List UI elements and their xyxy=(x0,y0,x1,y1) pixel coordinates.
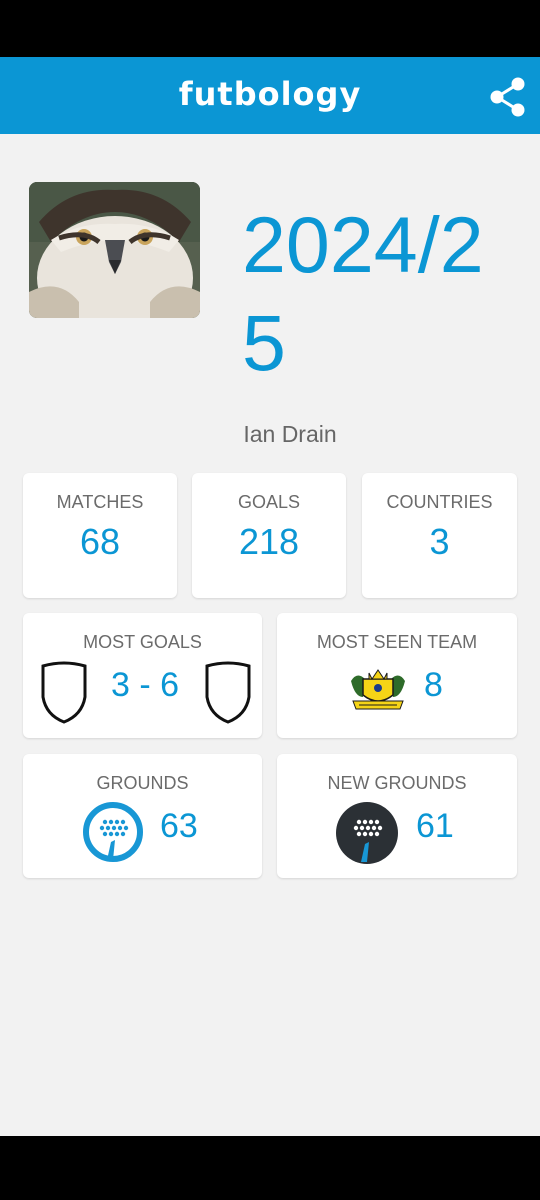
matches-card[interactable]: MATCHES 68 xyxy=(23,473,177,598)
goals-value: 218 xyxy=(238,521,300,562)
matches-value: 68 xyxy=(79,521,121,562)
status-bar xyxy=(0,0,540,57)
most-seen-team-card[interactable]: MOST SEEN TEAM 8 xyxy=(277,613,517,738)
app-title: futbology xyxy=(178,75,362,113)
most-seen-team-value: 8 xyxy=(424,666,443,704)
app-bar: futbology xyxy=(0,57,540,134)
most-goals-label: MOST GOALS xyxy=(83,632,202,652)
share-icon[interactable] xyxy=(486,75,530,119)
team-crest-icon xyxy=(347,667,409,720)
countries-value: 3 xyxy=(429,521,450,562)
new-grounds-card[interactable]: NEW GROUNDS 61 xyxy=(277,754,517,878)
grounds-label: GROUNDS xyxy=(96,773,189,793)
most-goals-card[interactable]: MOST GOALS 3 - 6 xyxy=(23,613,262,738)
navigation-bar xyxy=(0,1136,540,1200)
home-team-crest-icon xyxy=(40,661,88,730)
goals-label: GOALS xyxy=(237,492,301,512)
grounds-card[interactable]: GROUNDS 63 xyxy=(23,754,262,878)
season-title: 2024/25 xyxy=(242,200,484,387)
user-name: Ian Drain xyxy=(243,421,337,447)
away-team-crest-icon xyxy=(204,661,252,730)
new-grounds-label: NEW GROUNDS xyxy=(327,773,467,793)
countries-card[interactable]: COUNTRIES 3 xyxy=(362,473,517,598)
avatar xyxy=(29,182,200,318)
new-grounds-value: 61 xyxy=(416,807,454,845)
most-goals-score: 3 - 6 xyxy=(111,666,180,704)
stadium-icon xyxy=(81,800,145,869)
grounds-value: 63 xyxy=(160,807,198,845)
most-seen-team-label: MOST SEEN TEAM xyxy=(316,632,478,652)
countries-label: COUNTRIES xyxy=(386,492,493,512)
goals-card[interactable]: GOALS 218 xyxy=(192,473,346,598)
new-stadium-icon xyxy=(334,800,400,871)
matches-label: MATCHES xyxy=(56,492,144,512)
